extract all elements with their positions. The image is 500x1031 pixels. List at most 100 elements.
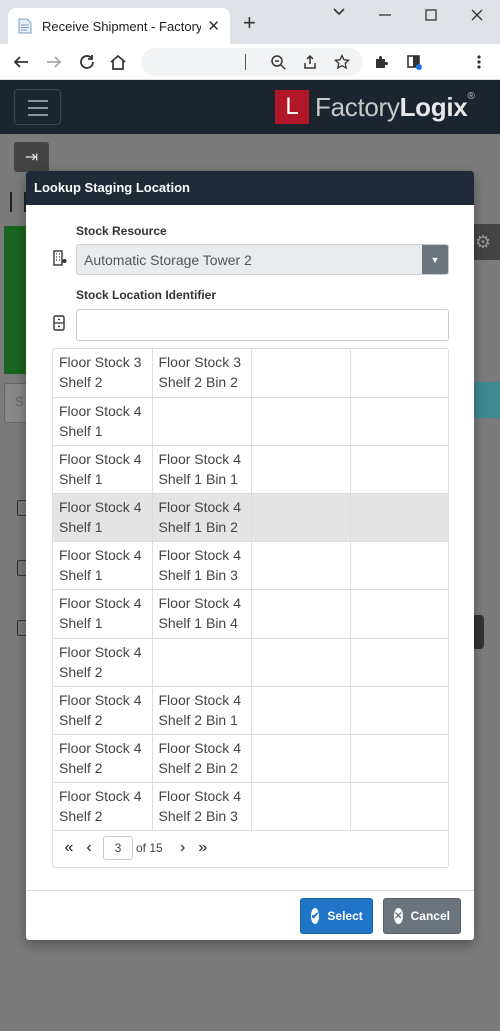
- address-bar[interactable]: [141, 48, 363, 76]
- table-cell[interactable]: [251, 349, 351, 398]
- storage-cabinet-icon: [53, 315, 67, 331]
- table-row[interactable]: Floor Stock 4 Shelf 1 Floor Stock 4 Shelf…: [53, 589, 448, 639]
- next-page-icon[interactable]: ›: [173, 836, 193, 860]
- select-button[interactable]: ✔ Select: [300, 898, 373, 934]
- table-cell[interactable]: [350, 349, 448, 398]
- bookmark-star-icon[interactable]: [331, 51, 353, 73]
- tab-title: Receive Shipment - FactoryLo: [42, 18, 202, 34]
- table-cell[interactable]: [251, 541, 351, 591]
- table-cell[interactable]: Floor Stock 4 Shelf 1: [53, 493, 153, 543]
- table-cell[interactable]: [251, 686, 351, 736]
- table-cell[interactable]: [350, 638, 448, 687]
- background-status-panel: [4, 226, 28, 374]
- table-row[interactable]: Floor Stock 4 Shelf 2 Floor Stock 4 Shelf…: [53, 734, 448, 784]
- table-cell[interactable]: Floor Stock 4 Shelf 2 Bin 3: [152, 782, 252, 832]
- stock-resource-select[interactable]: Automatic Storage Tower 2 ▼: [76, 244, 449, 275]
- stock-location-input[interactable]: [76, 309, 449, 341]
- table-row[interactable]: Floor Stock 4 Shelf 2 Floor Stock 4 Shelf…: [53, 782, 448, 832]
- reload-icon[interactable]: [76, 51, 98, 73]
- window-minimize-icon[interactable]: [378, 8, 392, 26]
- home-icon[interactable]: [107, 51, 129, 73]
- factorylogix-logo: L FactoryLogix ®: [275, 89, 475, 125]
- share-icon[interactable]: [299, 51, 321, 73]
- close-circle-icon: ✕: [394, 908, 403, 924]
- extensions-puzzle-icon[interactable]: [370, 51, 392, 73]
- browser-menu-icon[interactable]: [468, 51, 490, 73]
- grid-pager: « ‹ 3 of 15 › »: [53, 829, 448, 867]
- lookup-staging-location-dialog: Lookup Staging Location Stock Resource A…: [26, 171, 474, 940]
- browser-tab[interactable]: Receive Shipment - FactoryLo ✕: [8, 8, 230, 44]
- table-cell[interactable]: Floor Stock 4 Shelf 2: [53, 686, 153, 736]
- table-cell[interactable]: [251, 782, 351, 832]
- table-cell[interactable]: Floor Stock 4 Shelf 1 Bin 3: [152, 541, 252, 591]
- table-row[interactable]: Floor Stock 3 Shelf 2 Floor Stock 3 Shelf…: [53, 349, 448, 398]
- table-cell[interactable]: [251, 493, 351, 543]
- table-cell[interactable]: Floor Stock 4 Shelf 1 Bin 1: [152, 445, 252, 495]
- table-cell[interactable]: [251, 397, 351, 446]
- table-cell[interactable]: Floor Stock 4 Shelf 2: [53, 734, 153, 784]
- table-cell[interactable]: Floor Stock 4 Shelf 2: [53, 782, 153, 832]
- stock-resource-label: Stock Resource: [76, 224, 167, 238]
- page-number-input[interactable]: 3: [103, 836, 133, 860]
- table-cell[interactable]: [350, 493, 448, 543]
- table-cell[interactable]: [251, 589, 351, 639]
- table-cell[interactable]: [350, 589, 448, 639]
- brand-logo-icon: L: [275, 90, 309, 124]
- page-count: of 15: [136, 841, 163, 855]
- table-cell[interactable]: [251, 638, 351, 687]
- table-row[interactable]: Floor Stock 4 Shelf 1: [53, 397, 448, 446]
- profile-sidebar-icon[interactable]: [403, 51, 425, 73]
- location-results-grid: Floor Stock 3 Shelf 2 Floor Stock 3 Shelf…: [52, 348, 449, 868]
- table-cell[interactable]: Floor Stock 4 Shelf 2: [53, 638, 153, 687]
- stock-location-label: Stock Location Identifier: [76, 288, 217, 302]
- table-cell[interactable]: Floor Stock 3 Shelf 2 Bin 2: [152, 349, 252, 398]
- table-row[interactable]: Floor Stock 4 Shelf 2 Floor Stock 4 Shelf…: [53, 686, 448, 736]
- table-cell[interactable]: [350, 397, 448, 446]
- check-circle-icon: ✔: [311, 908, 320, 924]
- previous-page-icon[interactable]: ‹: [79, 836, 99, 860]
- browser-toolbar: [0, 44, 500, 80]
- table-cell[interactable]: [350, 734, 448, 784]
- table-cell[interactable]: Floor Stock 4 Shelf 1: [53, 541, 153, 591]
- table-cell[interactable]: [251, 445, 351, 495]
- dialog-title: Lookup Staging Location: [26, 171, 474, 205]
- window-maximize-icon[interactable]: [424, 8, 438, 26]
- table-cell[interactable]: Floor Stock 3 Shelf 2: [53, 349, 153, 398]
- table-cell[interactable]: Floor Stock 4 Shelf 1: [53, 445, 153, 495]
- table-cell[interactable]: Floor Stock 4 Shelf 1: [53, 397, 153, 446]
- table-cell[interactable]: [152, 638, 252, 687]
- table-row[interactable]: Floor Stock 4 Shelf 1 Floor Stock 4 Shelf…: [53, 541, 448, 591]
- cancel-button[interactable]: ✕ Cancel: [383, 898, 461, 934]
- table-cell[interactable]: [251, 734, 351, 784]
- table-cell[interactable]: Floor Stock 4 Shelf 2 Bin 1: [152, 686, 252, 736]
- dialog-footer: ✔ Select ✕ Cancel: [26, 890, 474, 940]
- window-close-icon[interactable]: [470, 8, 484, 26]
- table-row[interactable]: Floor Stock 4 Shelf 1 Floor Stock 4 Shelf…: [53, 445, 448, 495]
- forward-arrow-icon[interactable]: [43, 51, 65, 73]
- first-page-icon[interactable]: «: [59, 836, 79, 860]
- collapse-panel-icon: ⇥: [14, 142, 49, 172]
- brand-registered-mark: ®: [467, 91, 475, 102]
- stock-resource-value: Automatic Storage Tower 2: [84, 252, 252, 268]
- tab-search-chevron-icon[interactable]: [332, 5, 346, 24]
- table-cell[interactable]: Floor Stock 4 Shelf 1 Bin 2: [152, 493, 252, 543]
- last-page-icon[interactable]: »: [193, 836, 213, 860]
- table-cell[interactable]: [350, 782, 448, 832]
- brand-name: FactoryLogix: [315, 91, 468, 122]
- table-cell[interactable]: [350, 541, 448, 591]
- table-cell[interactable]: Floor Stock 4 Shelf 1: [53, 589, 153, 639]
- caret-down-icon[interactable]: ▼: [422, 245, 448, 274]
- table-cell[interactable]: [350, 686, 448, 736]
- tab-close-icon[interactable]: ✕: [207, 17, 220, 35]
- table-cell[interactable]: Floor Stock 4 Shelf 2 Bin 2: [152, 734, 252, 784]
- zoom-icon[interactable]: [267, 51, 289, 73]
- back-arrow-icon[interactable]: [10, 51, 32, 73]
- table-cell[interactable]: [350, 445, 448, 495]
- hamburger-menu-icon[interactable]: [14, 89, 61, 125]
- table-cell[interactable]: [152, 397, 252, 446]
- table-row[interactable]: Floor Stock 4 Shelf 1 Floor Stock 4 Shelf…: [53, 493, 448, 543]
- browser-tabbar: Receive Shipment - FactoryLo ✕ +: [0, 0, 500, 44]
- new-tab-button[interactable]: +: [243, 12, 256, 34]
- table-cell[interactable]: Floor Stock 4 Shelf 1 Bin 4: [152, 589, 252, 639]
- table-row[interactable]: Floor Stock 4 Shelf 2: [53, 638, 448, 687]
